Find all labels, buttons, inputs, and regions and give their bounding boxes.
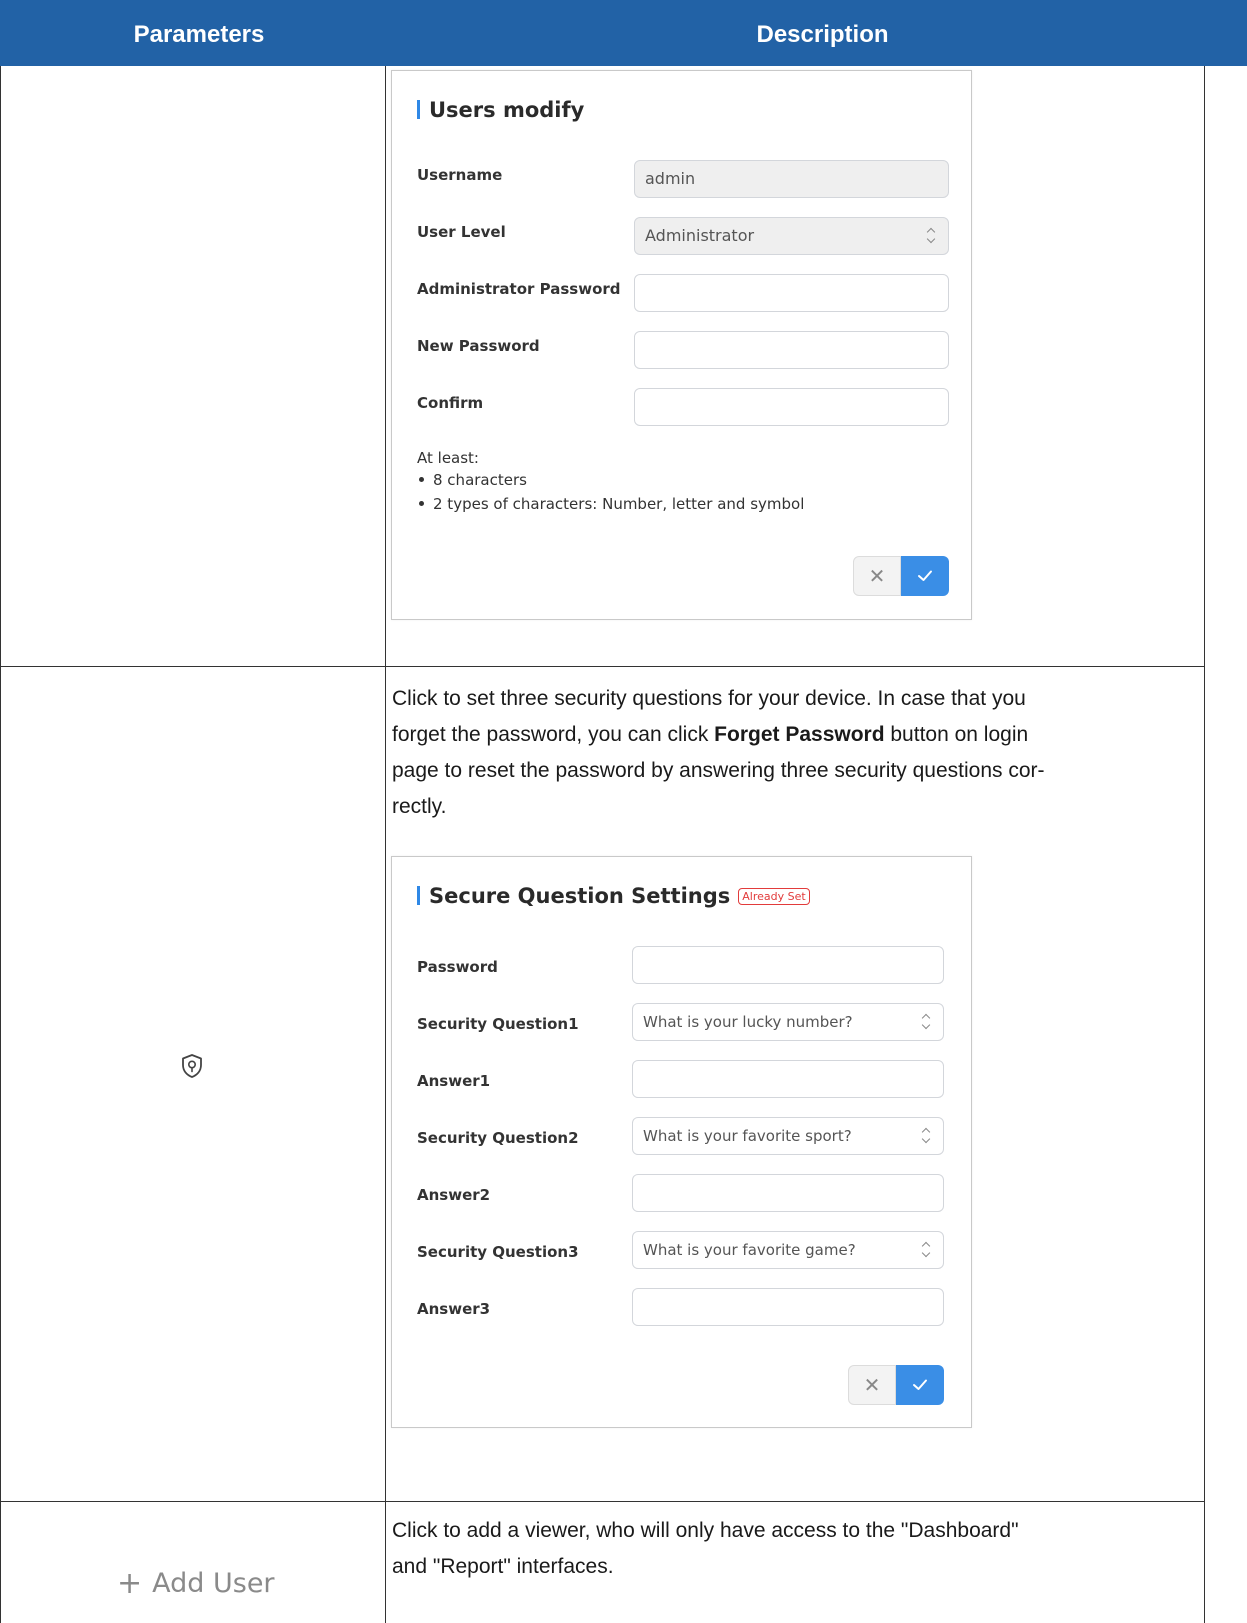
question3-label: Security Question3 [417,1243,579,1261]
already-set-badge: Already Set [738,888,810,905]
user-level-select[interactable]: Administrator [634,217,949,255]
row-divider [0,1501,1205,1502]
admin-password-field[interactable] [634,274,949,312]
new-password-label: New Password [417,337,540,355]
username-label: Username [417,166,503,184]
question2-label: Security Question2 [417,1129,579,1147]
password-field[interactable] [632,946,944,984]
admin-password-label: Administrator Password [417,280,621,298]
chevron-updown-icon [921,1013,931,1031]
password-rules: At least: 8 characters 2 types of charac… [417,449,937,519]
password-label: Password [417,958,498,976]
chevron-updown-icon [921,1127,931,1145]
add-user-button[interactable]: + Add User [117,1566,275,1601]
add-user-label: Add User [152,1568,275,1599]
close-icon: ✕ [863,1373,881,1397]
secure-question-panel: Secure Question Settings Already Set Pass… [391,856,972,1428]
users-modify-panel: Users modify Username admin User Level A… [391,70,972,620]
close-icon: ✕ [868,564,886,588]
column-divider [0,66,1,1623]
table-header: Parameters Description [0,0,1247,66]
question2-select[interactable]: What is your favorite sport? [632,1117,944,1155]
check-icon [913,1379,927,1390]
add-user-description: Click to add a viewer, who will only hav… [392,1519,1019,1578]
answer3-field[interactable] [632,1288,944,1326]
new-password-field[interactable] [634,331,949,369]
confirm-field[interactable] [634,388,949,426]
rule-item: 8 characters [417,471,527,489]
user-level-value: Administrator [645,226,755,245]
question3-value: What is your favorite game? [643,1241,856,1259]
answer1-label: Answer1 [417,1072,491,1090]
answer2-field[interactable] [632,1174,944,1212]
plus-icon: + [117,1566,143,1601]
shield-lock-icon[interactable] [180,1053,204,1079]
chevron-updown-icon [926,227,936,245]
confirm-button[interactable] [901,556,949,596]
security-description: Click to set three security questions fo… [392,687,1045,818]
answer2-label: Answer2 [417,1186,491,1204]
question2-value: What is your favorite sport? [643,1127,852,1145]
user-level-label: User Level [417,223,506,241]
row-divider [0,666,1205,667]
question1-select[interactable]: What is your lucky number? [632,1003,944,1041]
answer3-label: Answer3 [417,1300,491,1318]
question1-label: Security Question1 [417,1015,579,1033]
column-divider [1204,66,1205,1623]
question1-value: What is your lucky number? [643,1013,853,1031]
chevron-updown-icon [921,1241,931,1259]
column-divider [385,66,386,1623]
header-parameters: Parameters [133,21,265,48]
panel-title: Secure Question Settings Already Set [417,884,810,908]
check-icon [918,570,932,581]
rule-item: 2 types of characters: Number, letter an… [417,495,804,513]
question3-select[interactable]: What is your favorite game? [632,1231,944,1269]
confirm-label: Confirm [417,394,484,412]
panel-title: Users modify [417,98,584,122]
header-description: Description [756,21,889,48]
cancel-button[interactable]: ✕ [848,1365,896,1405]
forget-password-term: Forget Password [714,723,885,746]
cancel-button[interactable]: ✕ [853,556,901,596]
answer1-field[interactable] [632,1060,944,1098]
confirm-button[interactable] [896,1365,944,1405]
username-field[interactable]: admin [634,160,949,198]
rules-title: At least: [417,449,479,467]
